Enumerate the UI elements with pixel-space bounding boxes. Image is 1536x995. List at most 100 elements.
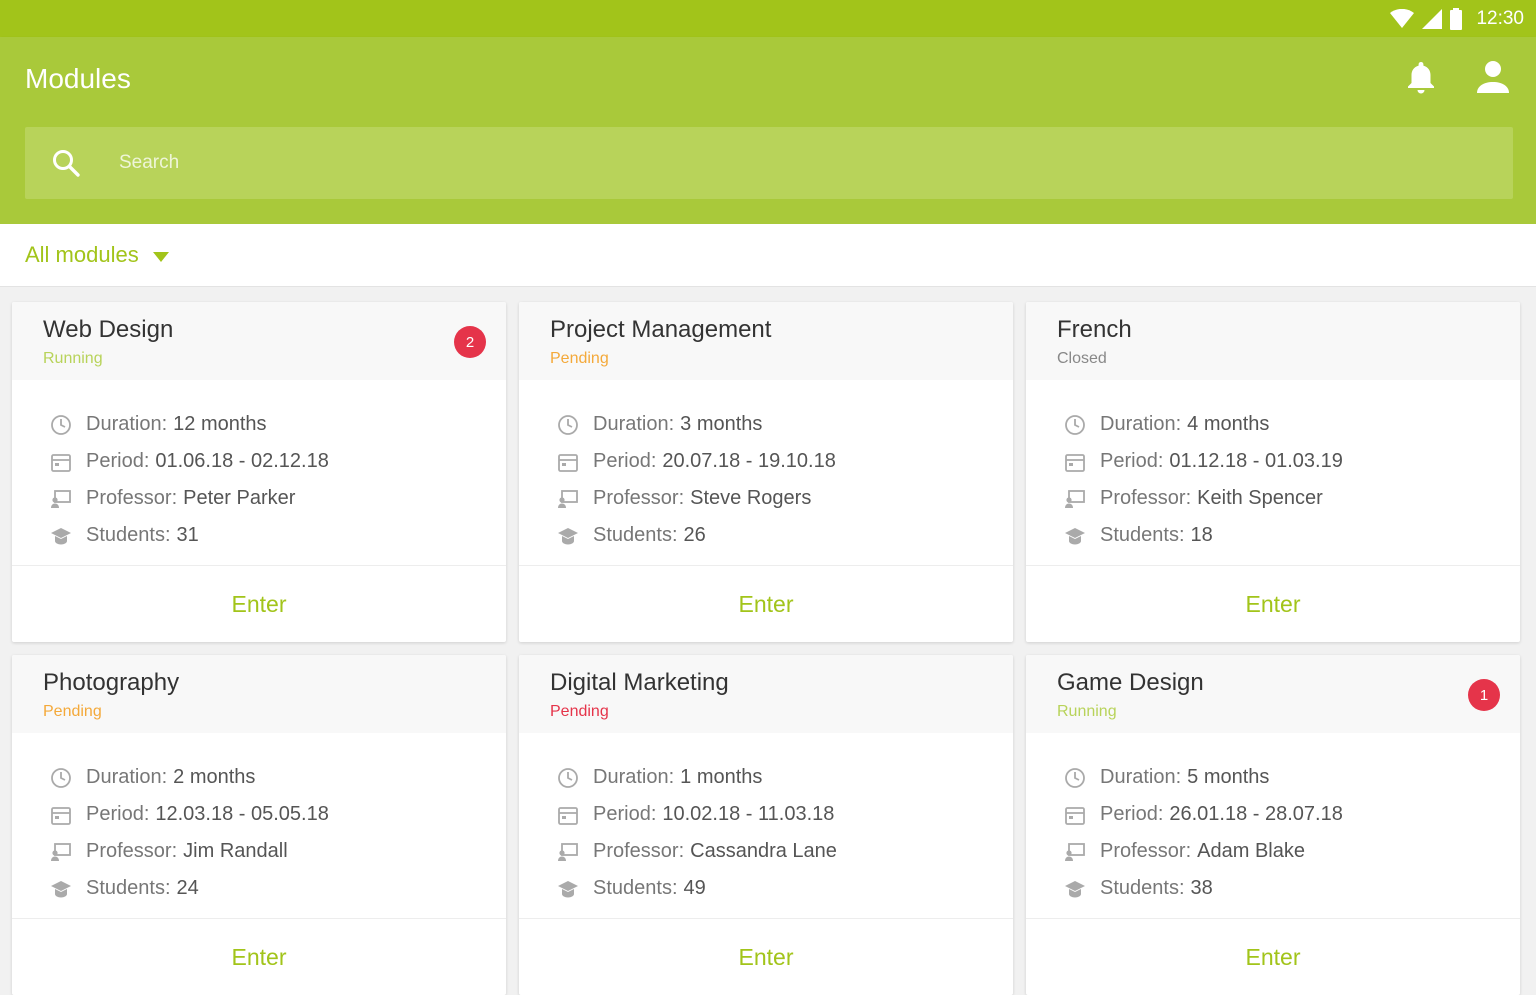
module-card-header: French Closed bbox=[1026, 302, 1520, 380]
calendar-icon bbox=[1064, 804, 1086, 826]
student-cap-icon bbox=[1064, 878, 1086, 900]
module-details: Duration: 4 months Period: 01.12.18 - 01… bbox=[1026, 380, 1520, 554]
module-card-footer: Enter bbox=[519, 918, 1013, 995]
period-value: 01.12.18 - 01.03.19 bbox=[1169, 450, 1343, 472]
module-status: Pending bbox=[550, 703, 609, 720]
students-row: Students: 26 bbox=[557, 517, 1013, 554]
profile-button[interactable] bbox=[1475, 59, 1511, 99]
students-row: Students: 24 bbox=[50, 870, 506, 907]
status-time: 12:30 bbox=[1476, 7, 1524, 29]
search-input[interactable] bbox=[117, 151, 1421, 175]
period-label: Period: bbox=[86, 450, 150, 472]
module-card-footer: Enter bbox=[12, 565, 506, 642]
students-label: Students: bbox=[86, 877, 171, 899]
app-bar: Modules bbox=[0, 37, 1536, 224]
module-card-footer: Enter bbox=[12, 918, 506, 995]
students-row: Students: 49 bbox=[557, 870, 1013, 907]
student-cap-icon bbox=[557, 878, 579, 900]
presenter-icon bbox=[557, 841, 579, 863]
module-card: Digital Marketing Pending Duration: 1 mo… bbox=[519, 655, 1013, 995]
duration-value: 5 months bbox=[1187, 766, 1270, 788]
status-bar: 12:30 bbox=[0, 0, 1536, 37]
module-card-footer: Enter bbox=[1026, 918, 1520, 995]
presenter-icon bbox=[557, 488, 579, 510]
duration-label: Duration: bbox=[593, 413, 675, 435]
professor-value: Cassandra Lane bbox=[690, 840, 837, 862]
module-title: Project Management bbox=[550, 316, 772, 343]
module-title: Web Design bbox=[43, 316, 174, 343]
period-row: Period: 01.12.18 - 01.03.19 bbox=[1064, 443, 1520, 480]
enter-button[interactable]: Enter bbox=[733, 590, 800, 619]
enter-button[interactable]: Enter bbox=[1240, 943, 1307, 972]
period-row: Period: 26.01.18 - 28.07.18 bbox=[1064, 796, 1520, 833]
students-label: Students: bbox=[86, 524, 171, 546]
professor-value: Jim Randall bbox=[183, 840, 288, 862]
module-card-header: Web Design Running 2 bbox=[12, 302, 506, 380]
professor-label: Professor: bbox=[86, 487, 178, 509]
module-details: Duration: 1 months Period: 10.02.18 - 11… bbox=[519, 733, 1013, 907]
professor-row: Professor: Jim Randall bbox=[50, 833, 506, 870]
enter-button[interactable]: Enter bbox=[226, 943, 293, 972]
students-value: 38 bbox=[1190, 877, 1213, 899]
period-value: 01.06.18 - 02.12.18 bbox=[155, 450, 329, 472]
students-value: 31 bbox=[176, 524, 199, 546]
calendar-icon bbox=[50, 804, 72, 826]
students-label: Students: bbox=[593, 877, 678, 899]
student-cap-icon bbox=[557, 525, 579, 547]
period-label: Period: bbox=[86, 803, 150, 825]
modules-grid: Web Design Running 2 Duration: 12 months… bbox=[12, 302, 1526, 995]
enter-button[interactable]: Enter bbox=[733, 943, 800, 972]
module-title: Game Design bbox=[1057, 669, 1204, 696]
module-status: Running bbox=[1057, 703, 1117, 720]
students-row: Students: 31 bbox=[50, 517, 506, 554]
professor-label: Professor: bbox=[593, 487, 685, 509]
period-label: Period: bbox=[593, 450, 657, 472]
duration-value: 4 months bbox=[1187, 413, 1270, 435]
period-row: Period: 20.07.18 - 19.10.18 bbox=[557, 443, 1013, 480]
duration-value: 12 months bbox=[173, 413, 267, 435]
module-card: Photography Pending Duration: 2 months P… bbox=[12, 655, 506, 995]
module-title: Photography bbox=[43, 669, 180, 696]
presenter-icon bbox=[50, 841, 72, 863]
module-filter-dropdown[interactable]: All modules bbox=[25, 242, 169, 268]
period-row: Period: 12.03.18 - 05.05.18 bbox=[50, 796, 506, 833]
students-value: 49 bbox=[683, 877, 706, 899]
clock-icon bbox=[50, 414, 72, 436]
clock-icon bbox=[1064, 414, 1086, 436]
period-value: 26.01.18 - 28.07.18 bbox=[1169, 803, 1343, 825]
enter-button[interactable]: Enter bbox=[226, 590, 293, 619]
professor-label: Professor: bbox=[86, 840, 178, 862]
professor-row: Professor: Cassandra Lane bbox=[557, 833, 1013, 870]
professor-value: Steve Rogers bbox=[690, 487, 812, 509]
page-title: Modules bbox=[25, 63, 131, 94]
enter-button[interactable]: Enter bbox=[1240, 590, 1307, 619]
person-icon bbox=[1475, 59, 1511, 100]
calendar-icon bbox=[1064, 451, 1086, 473]
period-value: 10.02.18 - 11.03.18 bbox=[662, 803, 835, 825]
module-card: Project Management Pending Duration: 3 m… bbox=[519, 302, 1013, 642]
module-title: Digital Marketing bbox=[550, 669, 729, 696]
students-value: 24 bbox=[176, 877, 199, 899]
period-row: Period: 01.06.18 - 02.12.18 bbox=[50, 443, 506, 480]
module-card-header: Photography Pending bbox=[12, 655, 506, 733]
duration-label: Duration: bbox=[1100, 766, 1182, 788]
professor-label: Professor: bbox=[1100, 840, 1192, 862]
professor-row: Professor: Keith Spencer bbox=[1064, 480, 1520, 517]
module-card-header: Project Management Pending bbox=[519, 302, 1013, 380]
notification-badge: 2 bbox=[454, 326, 486, 358]
period-label: Period: bbox=[1100, 803, 1164, 825]
duration-row: Duration: 12 months bbox=[50, 406, 506, 443]
search-bar[interactable] bbox=[25, 127, 1513, 199]
notifications-button[interactable] bbox=[1403, 59, 1439, 99]
professor-value: Peter Parker bbox=[183, 487, 296, 509]
students-label: Students: bbox=[1100, 524, 1185, 546]
calendar-icon bbox=[557, 451, 579, 473]
presenter-icon bbox=[1064, 841, 1086, 863]
wifi-icon bbox=[1390, 8, 1415, 29]
duration-value: 3 months bbox=[680, 413, 763, 435]
duration-row: Duration: 4 months bbox=[1064, 406, 1520, 443]
period-value: 20.07.18 - 19.10.18 bbox=[662, 450, 836, 472]
module-details: Duration: 2 months Period: 12.03.18 - 05… bbox=[12, 733, 506, 907]
module-card-footer: Enter bbox=[1026, 565, 1520, 642]
module-status: Closed bbox=[1057, 350, 1107, 367]
